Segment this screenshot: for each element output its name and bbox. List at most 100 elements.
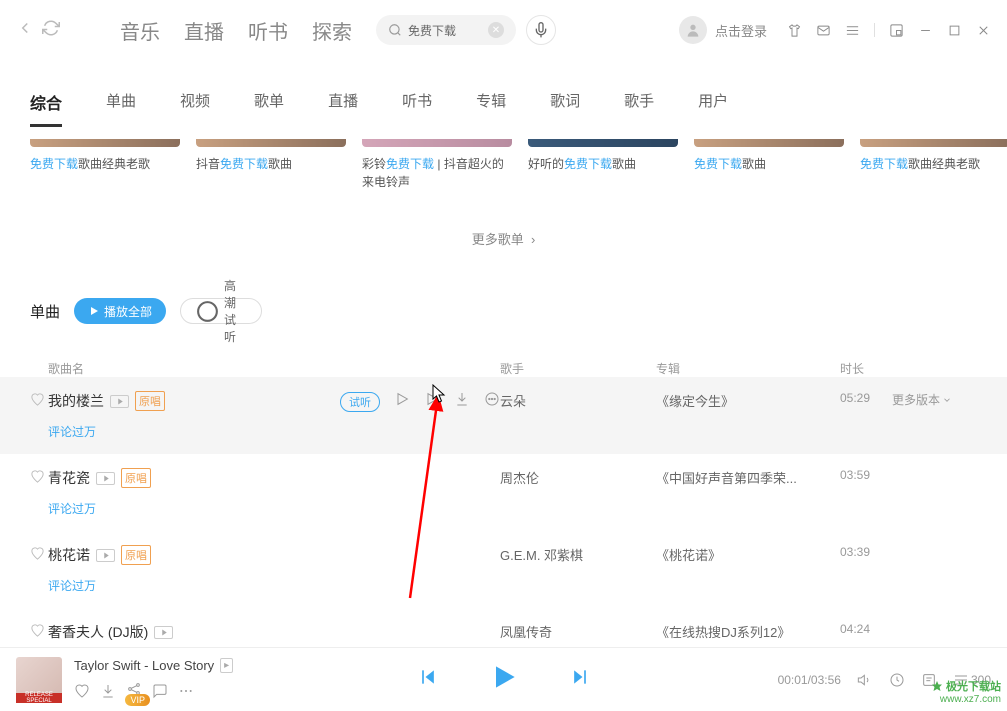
sub-tabs: 综合 单曲 视频 歌单 直播 听书 专辑 歌词 歌手 用户 <box>0 90 1007 127</box>
next-button[interactable] <box>570 667 590 692</box>
artist-name[interactable]: 凤凰传奇 <box>500 622 656 641</box>
more-playlists-link[interactable]: 更多歌单 › <box>0 229 1007 248</box>
maximize-icon[interactable] <box>947 23 962 38</box>
play-all-button[interactable]: 播放全部 <box>74 298 166 324</box>
duration: 03:39 <box>840 545 886 559</box>
login-link[interactable]: 点击登录 <box>715 21 767 40</box>
download-icon[interactable] <box>100 683 116 699</box>
original-tag: 原唱 <box>121 468 151 488</box>
song-row[interactable]: 青花瓷原唱 评论过万 周杰伦 《中国好声音第四季荣... 03:59 <box>0 454 1007 531</box>
favorite-button[interactable] <box>30 623 48 643</box>
more-icon[interactable] <box>178 683 194 699</box>
playlist-card[interactable]: 好听的免费下载歌曲 <box>528 139 678 191</box>
shirt-icon[interactable] <box>787 23 802 38</box>
song-name: 我的楼兰 <box>48 391 104 411</box>
original-tag: 原唱 <box>135 391 165 411</box>
favorite-button[interactable] <box>30 392 48 412</box>
original-tag: 原唱 <box>121 545 151 565</box>
artist-name[interactable]: 周杰伦 <box>500 468 656 487</box>
main-tabs: 音乐 直播 听书 探索 <box>120 16 352 45</box>
minimize-icon[interactable] <box>918 23 933 38</box>
playlist-card[interactable]: 彩铃免费下载 | 抖音超火的来电铃声 <box>362 139 512 191</box>
voice-search-button[interactable] <box>526 15 556 45</box>
queue-button[interactable]: 300 <box>953 672 991 688</box>
player-bar: RELEASE SPECIAL Taylor Swift - Love Stor… <box>0 647 1007 711</box>
avatar[interactable] <box>679 16 707 44</box>
artist-name[interactable]: G.E.M. 邓紫棋 <box>500 545 656 564</box>
comment-link[interactable]: 评论过万 <box>48 500 500 517</box>
comment-icon[interactable] <box>152 683 168 699</box>
subtab-live[interactable]: 直播 <box>328 90 358 127</box>
favorite-button[interactable] <box>30 546 48 566</box>
album-name[interactable]: 《缘定今生》 <box>656 391 840 410</box>
download-icon[interactable] <box>454 391 470 412</box>
volume-icon[interactable] <box>857 672 873 688</box>
album-name[interactable]: 《中国好声音第四季荣... <box>656 468 840 487</box>
vip-badge: VIP <box>125 694 150 706</box>
mv-tag[interactable] <box>110 395 129 408</box>
back-button[interactable] <box>16 19 34 42</box>
track-actions: VIP <box>74 681 374 702</box>
comment-link[interactable]: 评论过万 <box>48 577 500 594</box>
col-album: 专辑 <box>656 360 840 377</box>
album-cover[interactable]: RELEASE SPECIAL <box>16 657 62 703</box>
mail-icon[interactable] <box>816 23 831 38</box>
like-icon[interactable] <box>74 683 90 699</box>
mini-mode-icon[interactable] <box>889 23 904 38</box>
playlist-card[interactable]: 抖音免费下载歌曲 <box>196 139 346 191</box>
album-name[interactable]: 《在线热搜DJ系列12》 <box>656 622 840 641</box>
tab-music[interactable]: 音乐 <box>120 16 160 45</box>
lyrics-icon[interactable] <box>921 672 937 688</box>
favorite-button[interactable] <box>30 469 48 489</box>
song-name: 奢香夫人 (DJ版) <box>48 622 148 642</box>
mv-tag[interactable]: ▸ <box>220 658 233 673</box>
play-button[interactable] <box>488 661 520 698</box>
climax-preview-button[interactable]: 高潮试听 <box>180 298 262 324</box>
tab-explore[interactable]: 探索 <box>312 16 352 45</box>
song-row[interactable]: 我的楼兰 原唱 评论过万 试听 云朵 《缘定今生》 05:29 更多版本 <box>0 377 1007 454</box>
song-row[interactable]: 桃花诺 原唱 评论过万 G.E.M. 邓紫棋 《桃花诺》 03:39 <box>0 531 1007 608</box>
subtab-lyrics[interactable]: 歌词 <box>550 90 580 127</box>
refresh-button[interactable] <box>42 19 60 42</box>
duration: 04:24 <box>840 622 886 636</box>
subtab-audiobook[interactable]: 听书 <box>402 90 432 127</box>
time-display: 00:01/03:56 <box>778 673 841 687</box>
effects-icon[interactable] <box>889 672 905 688</box>
player-controls <box>418 661 590 698</box>
playlist-card[interactable]: 免费下载歌曲经典老歌 <box>860 139 1007 191</box>
search-icon <box>388 23 402 37</box>
songs-section-header: 单曲 播放全部 高潮试听 <box>0 298 1007 324</box>
trial-button[interactable]: 试听 <box>340 392 380 412</box>
col-duration: 时长 <box>840 360 977 377</box>
playlist-card[interactable]: 免费下载歌曲 <box>694 139 844 191</box>
subtab-all[interactable]: 综合 <box>30 90 62 127</box>
more-versions[interactable]: 更多版本 <box>892 391 952 408</box>
playlist-card[interactable]: 免费下载歌曲经典老歌 <box>30 139 180 191</box>
subtab-user[interactable]: 用户 <box>698 90 728 127</box>
mv-tag[interactable] <box>96 472 115 485</box>
duration: 05:29 <box>840 391 886 405</box>
col-artist: 歌手 <box>500 360 656 377</box>
search-clear-button[interactable]: ✕ <box>488 22 504 38</box>
search-input[interactable]: 免费下载 <box>408 22 488 39</box>
song-name: 桃花诺 <box>48 545 90 565</box>
mv-tag[interactable] <box>96 549 115 562</box>
add-icon[interactable] <box>424 391 440 412</box>
artist-name[interactable]: 云朵 <box>500 391 656 410</box>
subtab-song[interactable]: 单曲 <box>106 90 136 127</box>
tab-live[interactable]: 直播 <box>184 16 224 45</box>
comment-link[interactable]: 评论过万 <box>48 423 500 440</box>
subtab-artist[interactable]: 歌手 <box>624 90 654 127</box>
subtab-video[interactable]: 视频 <box>180 90 210 127</box>
search-box[interactable]: 免费下载 ✕ <box>376 15 516 45</box>
subtab-playlist[interactable]: 歌单 <box>254 90 284 127</box>
menu-icon[interactable] <box>845 23 860 38</box>
album-name[interactable]: 《桃花诺》 <box>656 545 840 564</box>
more-icon[interactable] <box>484 391 500 412</box>
mv-tag[interactable] <box>154 626 173 639</box>
close-icon[interactable] <box>976 23 991 38</box>
tab-audiobook[interactable]: 听书 <box>248 16 288 45</box>
prev-button[interactable] <box>418 667 438 692</box>
subtab-album[interactable]: 专辑 <box>476 90 506 127</box>
play-icon[interactable] <box>394 391 410 412</box>
